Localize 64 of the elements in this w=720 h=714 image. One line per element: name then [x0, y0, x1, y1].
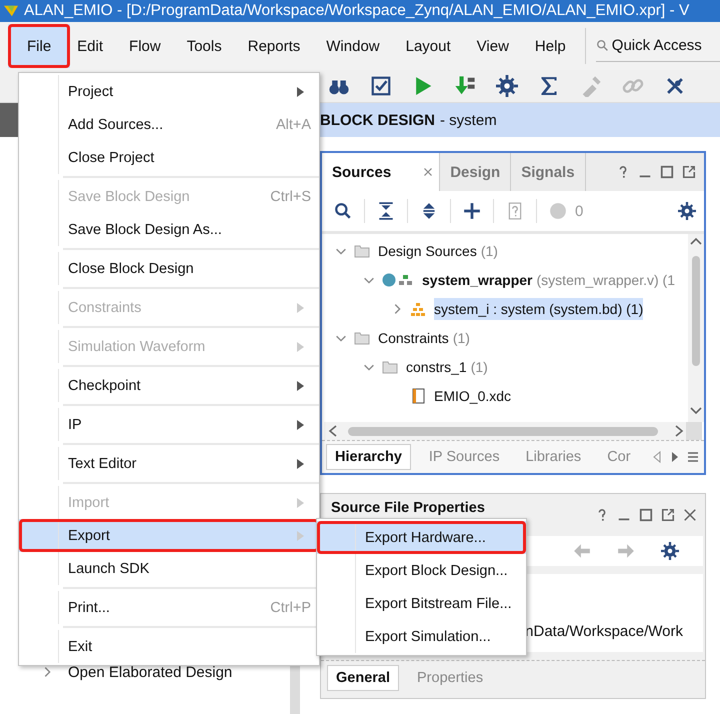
- menu-item[interactable]: Flow: [116, 24, 174, 68]
- editor-title: BLOCK DESIGN: [320, 112, 436, 128]
- search-field[interactable]: Quick Access: [596, 30, 720, 62]
- navigator-item[interactable]: Open Elaborated Design: [68, 664, 232, 680]
- menu-item[interactable]: Close Project: [19, 141, 319, 174]
- menu-item[interactable]: Layout: [392, 24, 464, 68]
- menu-item[interactable]: Text Editor: [19, 447, 319, 480]
- item-count: (1): [470, 358, 488, 374]
- settings-icon[interactable]: [496, 75, 518, 97]
- menu-item[interactable]: Reports: [234, 24, 314, 68]
- tree-item[interactable]: system_wrapper: [422, 268, 533, 290]
- menu-item[interactable]: Save Block Design As...: [19, 213, 319, 246]
- menu-item[interactable]: IP: [19, 408, 319, 441]
- tree-item[interactable]: Constraints: [378, 326, 449, 348]
- app-logo-icon: [4, 4, 18, 18]
- menu-item[interactable]: Window: [313, 24, 393, 68]
- menu-item[interactable]: Export Simulation...: [317, 620, 526, 653]
- item-count: (system_wrapper.v) (1: [536, 272, 675, 288]
- panel-tab[interactable]: Hierarchy: [326, 444, 411, 470]
- constraint-file-icon: [410, 388, 426, 404]
- editor-subtitle: - system: [440, 112, 497, 128]
- folder-icon: [382, 358, 398, 374]
- menu-item[interactable]: View: [464, 24, 522, 68]
- add-icon[interactable]: [463, 202, 481, 220]
- item-count: (1): [480, 242, 498, 258]
- settings-icon[interactable]: [678, 202, 696, 220]
- menu-item[interactable]: File: [8, 24, 70, 68]
- checkbox-icon[interactable]: [370, 75, 392, 97]
- settings-icon[interactable]: [661, 542, 679, 560]
- menu-item[interactable]: Checkpoint: [19, 369, 319, 402]
- panel-tab[interactable]: Sources: [322, 153, 440, 191]
- file-path-text: nData/Workspace/Work: [525, 623, 683, 640]
- tree-item[interactable]: EMIO_0.xdc: [434, 384, 512, 406]
- menu-item[interactable]: Close Block Design: [19, 252, 319, 285]
- tree-item[interactable]: Design Sources: [378, 240, 477, 262]
- search-icon: [596, 38, 610, 52]
- maximize-icon[interactable]: [660, 165, 674, 179]
- menu-item[interactable]: Add Sources... Alt+A: [19, 108, 319, 141]
- horizontal-scrollbar[interactable]: [322, 422, 704, 440]
- menu-item[interactable]: Export: [19, 519, 319, 552]
- vertical-scrollbar[interactable]: [688, 234, 704, 422]
- tree-item[interactable]: constrs_1: [406, 356, 467, 378]
- menu-item[interactable]: Tools: [174, 24, 235, 68]
- item-count: (1): [452, 330, 470, 346]
- maximize-icon[interactable]: [639, 508, 653, 522]
- download-icon[interactable]: [454, 75, 476, 97]
- tree-item[interactable]: system_i : system (system.bd) (1): [434, 298, 644, 320]
- folder-icon: [354, 242, 370, 258]
- menu-item[interactable]: Export Block Design...: [317, 554, 526, 587]
- search-icon[interactable]: [334, 202, 352, 220]
- collapse-all-icon[interactable]: [377, 202, 395, 220]
- float-window-icon[interactable]: [661, 508, 675, 522]
- close-icon[interactable]: [683, 508, 697, 522]
- window-title: ALAN_EMIO - [D:/ProgramData/Workspace/Workspace_Zynq/ALAN_EMIO/ALAN_EMIO.xpr] - V: [24, 2, 690, 20]
- float-window-icon[interactable]: [682, 165, 696, 179]
- menu-item[interactable]: Help: [522, 24, 579, 68]
- block-design-icon: [410, 300, 426, 316]
- folder-icon: [354, 330, 370, 346]
- menu-item[interactable]: Export Bitstream File...: [317, 587, 526, 620]
- panel-title: Source File Properties: [331, 499, 485, 516]
- panel-tab[interactable]: General: [327, 665, 399, 691]
- menu-item[interactable]: Export Hardware...: [317, 521, 526, 554]
- error-count: 0: [575, 202, 584, 220]
- menu-item[interactable]: Project: [19, 75, 319, 108]
